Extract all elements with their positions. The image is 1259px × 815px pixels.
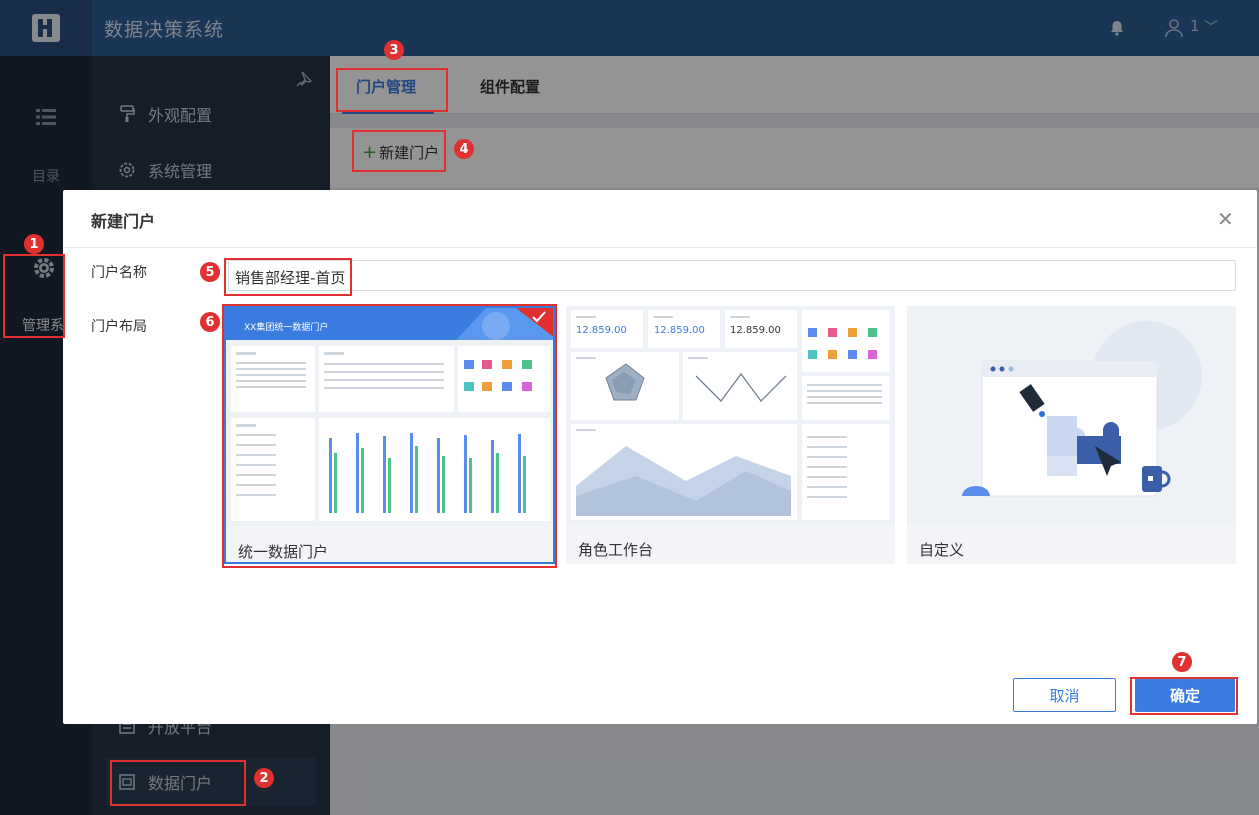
kpi-value: 12.859.00	[576, 325, 627, 336]
layout-thumbnail: 12.859.00 12.859.00 12.859.00	[566, 306, 895, 524]
dialog-title: 新建门户	[91, 212, 156, 231]
portal-layout-label: 门户布局	[91, 319, 147, 335]
confirm-button[interactable]: 确定	[1135, 678, 1235, 712]
portal-name-label: 门户名称	[91, 265, 147, 281]
portal-name-input[interactable]	[228, 260, 1236, 291]
annotation-number: 2	[254, 768, 274, 788]
close-icon[interactable]: ✕	[1217, 207, 1234, 231]
layout-card-custom[interactable]: 自定义	[907, 306, 1236, 564]
layout-card-role-workbench[interactable]: 12.859.00 12.859.00 12.859.00 角色工作台	[566, 306, 895, 564]
kpi-value: 12.859.00	[730, 325, 781, 336]
annotation-number: 3	[384, 40, 404, 60]
layout-card-label: 角色工作台	[578, 541, 654, 559]
layout-card-label: 统一数据门户	[238, 543, 329, 561]
annotation-number: 7	[1172, 652, 1192, 672]
cancel-button[interactable]: 取消	[1013, 678, 1116, 712]
layout-card-unified[interactable]: XX集团统一数据门户 统一数据门户	[224, 306, 555, 564]
layout-card-label: 自定义	[919, 541, 965, 559]
new-portal-dialog: 新建门户 ✕ 门户名称 门户布局	[63, 190, 1257, 724]
layout-thumbnail	[907, 306, 1236, 524]
dialog-divider	[63, 247, 1257, 248]
annotation-number: 6	[200, 312, 220, 332]
layout-thumbnail: XX集团统一数据门户	[226, 308, 553, 526]
annotation-number: 5	[200, 262, 220, 282]
annotation-number: 4	[454, 139, 474, 159]
thumbnail-banner-text: XX集团统一数据门户	[244, 323, 329, 333]
annotation-number: 1	[24, 234, 44, 254]
kpi-value: 12.859.00	[654, 325, 705, 336]
